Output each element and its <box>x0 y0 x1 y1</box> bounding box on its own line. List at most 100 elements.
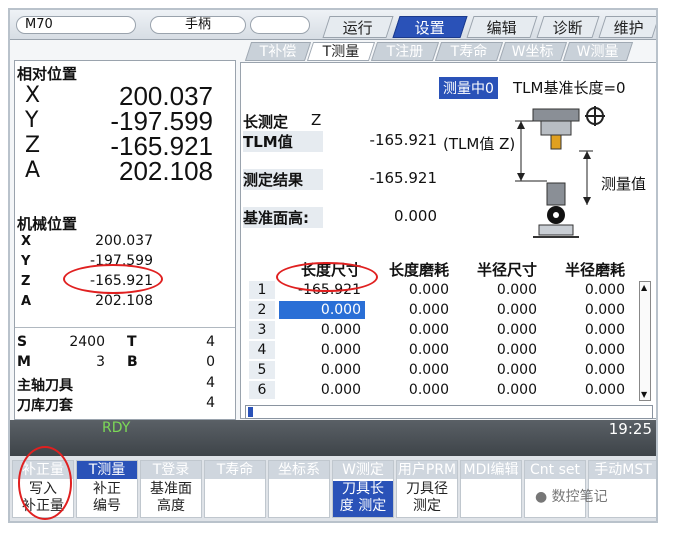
scroll-up-icon[interactable]: ▲ <box>641 283 647 292</box>
cell-length-size[interactable]: 0.000 <box>279 321 365 339</box>
softkey-offset-number[interactable]: T测量 补正 编号 <box>76 460 138 518</box>
annotation-circle <box>276 262 378 292</box>
cell-length-wear[interactable]: 0.000 <box>367 361 453 379</box>
cell-radius-wear[interactable]: 0.000 <box>543 341 629 359</box>
softkey-4[interactable]: T寿命 <box>204 460 266 518</box>
input-caret <box>248 407 253 417</box>
clock: 19:25 <box>608 420 652 438</box>
tab-diagnose[interactable]: 诊断 <box>536 16 600 38</box>
softkey-5[interactable]: 坐标系 <box>268 460 330 518</box>
softkey-tool-radius-measure[interactable]: 用户PRM 刀具径 测定 <box>396 460 458 518</box>
machine-position-title: 机械位置 <box>17 215 78 233</box>
input-field[interactable] <box>245 405 653 419</box>
softkey-menu-label: MDI编辑 <box>461 461 521 479</box>
table-row[interactable]: 4 0.000 0.000 0.000 0.000 <box>249 341 635 360</box>
length-measure-label: 长测定 <box>243 113 289 131</box>
annotation-circle <box>18 446 72 520</box>
cell-radius-size[interactable]: 0.000 <box>455 281 541 299</box>
cell-length-size-selected[interactable]: 0.000 <box>279 301 365 319</box>
softkey-line: 测定 <box>413 498 441 514</box>
tab-setup[interactable]: 设置 <box>392 16 468 38</box>
softkey-base-height[interactable]: T登录 基准面 高度 <box>140 460 202 518</box>
cell-radius-wear[interactable]: 0.000 <box>543 301 629 319</box>
relative-value-a: 202.108 <box>119 156 213 186</box>
cell-length-wear[interactable]: 0.000 <box>367 381 453 399</box>
status-pill <box>250 16 310 34</box>
cell-length-wear[interactable]: 0.000 <box>367 321 453 339</box>
b-code-value: 0 <box>206 354 215 370</box>
machine-name: M70 <box>16 16 136 34</box>
softkey-menu-label: T登录 <box>141 461 201 479</box>
subtab-t-life[interactable]: T寿命 <box>434 42 504 61</box>
subtab-w-coord[interactable]: W坐标 <box>498 42 568 61</box>
cell-radius-wear[interactable]: 0.000 <box>543 381 629 399</box>
row-number: 3 <box>249 321 275 339</box>
col-radius-wear: 半径磨耗 <box>564 261 625 279</box>
cell-length-wear[interactable]: 0.000 <box>367 341 453 359</box>
wechat-icon: ● <box>535 489 548 505</box>
measure-panel: 测量中0 TLM基准长度=0 长测定 Z TLM值 -165.921 (TLM值… <box>240 62 656 419</box>
subtab-t-register[interactable]: T注册 <box>370 42 440 61</box>
softkey-menu-label: Cnt set <box>525 461 585 479</box>
cell-radius-size[interactable]: 0.000 <box>455 301 541 319</box>
cell-length-wear[interactable]: 0.000 <box>367 301 453 319</box>
cell-radius-wear[interactable]: 0.000 <box>543 281 629 299</box>
cell-length-size[interactable]: 0.000 <box>279 381 365 399</box>
scroll-down-icon[interactable]: ▼ <box>641 390 647 399</box>
watermark-text: 数控笔记 <box>551 489 608 505</box>
cell-length-wear[interactable]: 0.000 <box>367 281 453 299</box>
relative-position-title: 相对位置 <box>17 65 78 83</box>
softkey-menu-label: T测量 <box>77 461 137 479</box>
cell-radius-wear[interactable]: 0.000 <box>543 361 629 379</box>
subtab-t-measure[interactable]: T测量 <box>306 42 376 61</box>
relative-axis-y: Y <box>25 108 39 133</box>
relative-axis-x: X <box>25 83 41 108</box>
tlm-base-length: TLM基准长度=0 <box>513 79 626 97</box>
cell-radius-size[interactable]: 0.000 <box>455 321 541 339</box>
b-code-label: B <box>127 354 138 370</box>
table-scrollbar[interactable]: ▲ ▼ <box>639 281 651 401</box>
subtab-w-measure[interactable]: W测量 <box>562 42 634 61</box>
softkey-menu-label: T寿命 <box>205 461 265 479</box>
ready-indicator: RDY <box>102 420 131 436</box>
base-height-label: 基准面高: <box>243 207 323 228</box>
spindle-speed-label: S <box>17 334 28 350</box>
tab-maintain[interactable]: 维护 <box>598 16 656 38</box>
cell-radius-size[interactable]: 0.000 <box>455 341 541 359</box>
table-row[interactable]: 5 0.000 0.000 0.000 0.000 <box>249 361 635 380</box>
relative-axis-z: Z <box>25 133 41 158</box>
annotation-circle <box>63 264 163 294</box>
table-row[interactable]: 3 0.000 0.000 0.000 0.000 <box>249 321 635 340</box>
tab-edit[interactable]: 编辑 <box>466 16 538 38</box>
softkey-line: 编号 <box>93 498 121 514</box>
table-row[interactable]: 6 0.000 0.000 0.000 0.000 <box>249 381 635 400</box>
mode-indicator: 手柄 <box>150 16 246 34</box>
softkey-8[interactable]: MDI编辑 <box>460 460 522 518</box>
magazine-tool-value: 4 <box>206 395 215 411</box>
cell-length-size[interactable]: 0.000 <box>279 341 365 359</box>
spindle-tool-value: 4 <box>206 375 215 391</box>
cell-radius-size[interactable]: 0.000 <box>455 381 541 399</box>
cell-length-size[interactable]: 0.000 <box>279 361 365 379</box>
cell-radius-size[interactable]: 0.000 <box>455 361 541 379</box>
tab-run[interactable]: 运行 <box>322 16 394 38</box>
tlm-value: -165.921 <box>369 131 437 149</box>
machine-axis-a: A <box>21 294 32 309</box>
table-row[interactable]: 2 0.000 0.000 0.000 0.000 <box>249 301 635 320</box>
status-bar: RDY 19:25 <box>10 420 656 456</box>
subtab-t-comp[interactable]: T补偿 <box>244 42 312 61</box>
tlm-value-label: TLM值 <box>243 131 323 152</box>
softkey-menu-label: 手动MST <box>589 461 656 479</box>
cell-radius-wear[interactable]: 0.000 <box>543 321 629 339</box>
base-height-value: 0.000 <box>394 207 437 225</box>
softkey-line: 刀具长 <box>342 481 384 497</box>
length-measure-axis: Z <box>311 111 322 129</box>
magazine-tool-label: 刀库刀套 <box>17 398 73 414</box>
divider <box>15 327 235 328</box>
softkey-tool-length-measure[interactable]: W测定 刀具长度 测定 <box>332 460 394 518</box>
row-number: 1 <box>249 281 275 299</box>
softkey-line: 度 测定 <box>339 498 387 514</box>
softkey-menu-label: 用户PRM <box>397 461 457 479</box>
softkey-menu-label: 坐标系 <box>269 461 329 479</box>
measure-result-value: -165.921 <box>369 169 437 187</box>
